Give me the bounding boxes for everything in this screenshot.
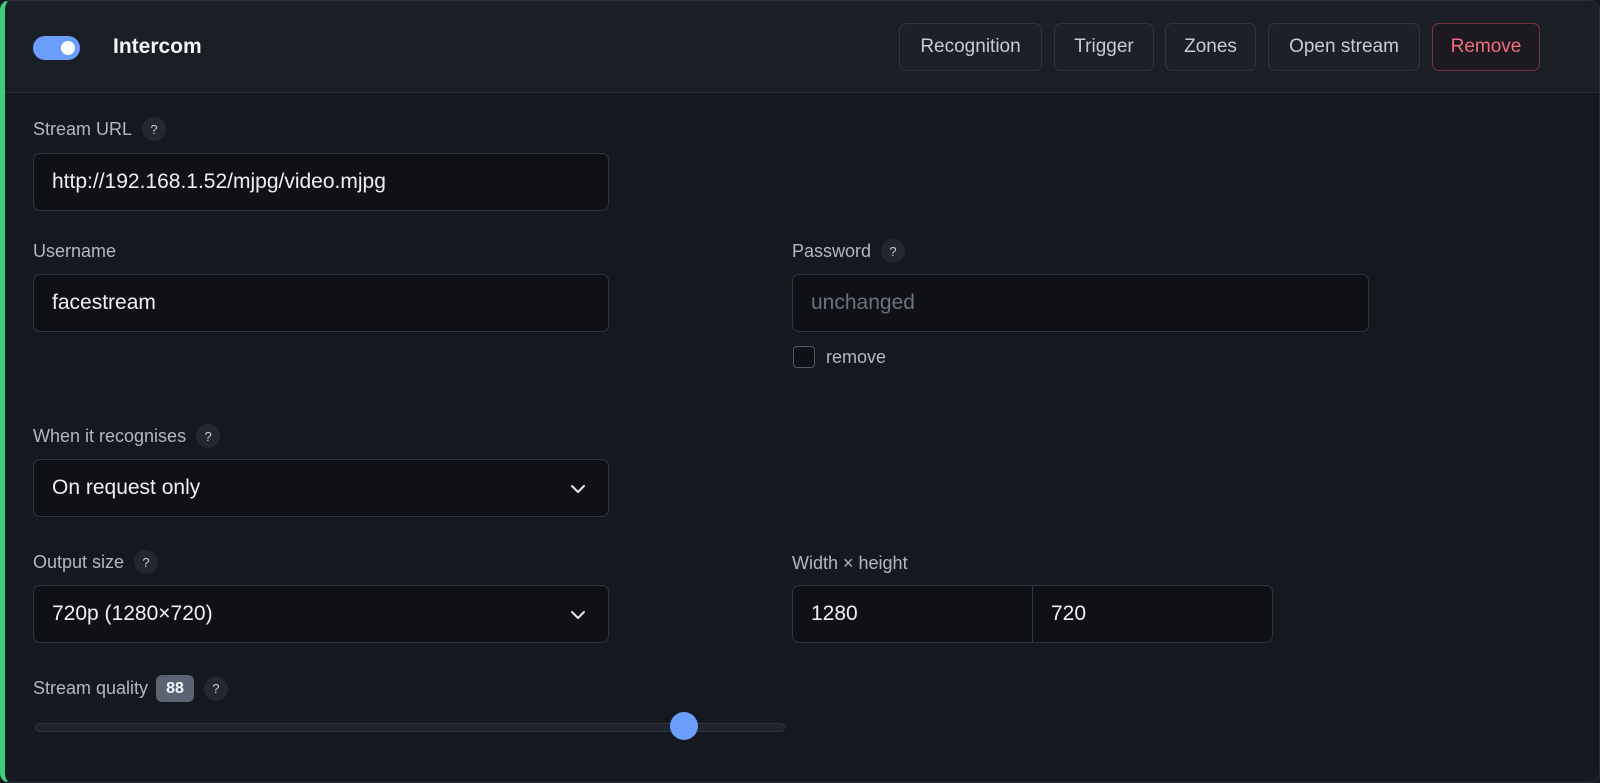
remove-password-label: remove xyxy=(826,347,887,367)
stream-quality-help-icon[interactable]: ? xyxy=(203,676,228,701)
stream-quality-slider-thumb[interactable] xyxy=(670,712,699,740)
stream-url-help-icon[interactable]: ? xyxy=(142,117,167,141)
output-size-help-icon[interactable]: ? xyxy=(134,550,159,574)
username-label-text: Username xyxy=(33,240,117,261)
open-stream-button[interactable]: Open stream xyxy=(1268,23,1420,71)
stream-url-label-text: Stream URL xyxy=(33,118,133,139)
recognition-mode-value: On request only xyxy=(52,476,201,499)
dimensions-label-text: Width × height xyxy=(792,552,908,573)
stream-quality-label: Stream quality 88 ? xyxy=(33,675,228,702)
password-label: Password ? xyxy=(792,239,906,263)
output-size-label-text: Output size xyxy=(33,551,125,572)
stream-url-input[interactable]: http://192.168.1.52/mjpg/video.mjpg xyxy=(33,153,609,211)
chevron-down-icon xyxy=(571,611,585,619)
card-header: Intercom Recognition Trigger Zones Open … xyxy=(5,1,1599,93)
username-input[interactable]: facestream xyxy=(33,274,609,332)
stream-quality-value-badge: 88 xyxy=(156,675,194,702)
card-title: Intercom xyxy=(113,35,202,58)
recognition-button[interactable]: Recognition xyxy=(899,23,1042,71)
remove-button[interactable]: Remove xyxy=(1432,23,1540,71)
output-size-select[interactable]: 720p (1280×720) xyxy=(33,585,609,643)
height-input[interactable]: 720 xyxy=(1032,585,1273,643)
camera-card: Intercom Recognition Trigger Zones Open … xyxy=(0,0,1600,783)
trigger-button[interactable]: Trigger xyxy=(1054,23,1154,71)
stream-quality-label-text: Stream quality xyxy=(33,678,149,698)
password-input[interactable]: unchanged xyxy=(792,274,1369,332)
recognition-mode-help-icon[interactable]: ? xyxy=(196,424,221,448)
stream-url-label: Stream URL ? xyxy=(33,117,167,141)
width-input[interactable]: 1280 xyxy=(792,585,1033,643)
recognition-mode-label: When it recognises ? xyxy=(33,424,221,448)
username-label: Username xyxy=(33,239,116,263)
enable-toggle[interactable] xyxy=(33,36,80,60)
dimensions-label: Width × height xyxy=(792,551,908,575)
password-help-icon[interactable]: ? xyxy=(881,239,906,263)
remove-password-checkbox[interactable] xyxy=(793,346,815,368)
toggle-knob xyxy=(61,41,75,55)
password-label-text: Password xyxy=(792,240,872,261)
zones-button[interactable]: Zones xyxy=(1165,23,1256,71)
recognition-mode-select[interactable]: On request only xyxy=(33,459,609,517)
recognition-mode-label-text: When it recognises xyxy=(33,425,187,446)
chevron-down-icon xyxy=(571,485,585,493)
output-size-label: Output size ? xyxy=(33,550,159,574)
output-size-value: 720p (1280×720) xyxy=(52,602,213,625)
